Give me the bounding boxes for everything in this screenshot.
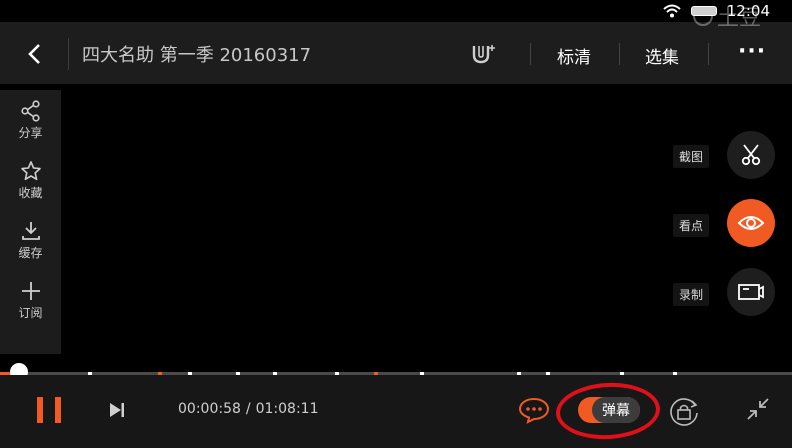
pause-button[interactable] (37, 397, 61, 423)
download-label: 缓存 (18, 245, 43, 260)
download-icon (21, 221, 40, 240)
next-button[interactable] (108, 402, 126, 422)
pause-icon-bar (37, 397, 43, 423)
u-plus-icon[interactable] (470, 42, 502, 66)
side-panel: 分享 收藏 缓存 订阅 (0, 90, 61, 354)
highlights-button[interactable] (727, 199, 775, 247)
subscribe-label: 订阅 (18, 305, 43, 320)
plus-icon (21, 281, 40, 300)
header-divider (530, 43, 531, 65)
record-button[interactable] (727, 268, 775, 316)
scissors-icon (741, 144, 761, 166)
favorite-label: 收藏 (18, 185, 43, 200)
pause-icon-bar (55, 397, 61, 423)
record-icon (738, 284, 764, 300)
favorite-button[interactable]: 收藏 (0, 150, 61, 210)
record-label: 录制 (673, 283, 710, 306)
highlights-label: 看点 (673, 214, 710, 237)
chevron-left-icon (28, 44, 40, 64)
current-time: 00:00:58 (178, 401, 241, 417)
time-separator: / (245, 401, 251, 417)
rotation-lock-button[interactable] (668, 396, 700, 430)
playback-time: 00:00:58/01:08:11 (178, 401, 319, 417)
bottom-control-bar: 00:00:58/01:08:11 弹幕 (0, 375, 792, 448)
eye-icon (737, 216, 765, 230)
danmu-send-icon[interactable] (518, 396, 550, 424)
skip-next-icon (110, 403, 124, 417)
video-title: 四大名助 第一季 20160317 (82, 45, 312, 66)
download-button[interactable]: 缓存 (0, 210, 61, 270)
battery-icon (690, 6, 717, 16)
back-button[interactable] (22, 40, 46, 68)
share-icon (20, 99, 40, 122)
status-bar: 12:04 (0, 0, 792, 22)
screenshot-button[interactable] (727, 131, 775, 179)
subscribe-button[interactable]: 订阅 (0, 270, 61, 330)
status-time: 12:04 (726, 2, 770, 20)
top-bar: 四大名助 第一季 20160317 标清 选集 ··· (0, 22, 792, 84)
rotation-lock-icon (670, 398, 698, 426)
share-button[interactable]: 分享 (0, 90, 61, 150)
share-label: 分享 (18, 125, 43, 140)
screenshot-label: 截图 (673, 145, 710, 168)
title-divider (68, 38, 69, 70)
exit-fullscreen-button[interactable] (746, 397, 770, 425)
episodes-button[interactable]: 选集 (645, 43, 679, 68)
exit-fullscreen-icon (747, 398, 769, 420)
star-icon (20, 160, 41, 180)
header-divider (708, 43, 709, 65)
header-divider (619, 43, 620, 65)
wifi-icon (663, 4, 681, 18)
quality-button[interactable]: 标清 (557, 43, 591, 68)
more-button[interactable]: ··· (738, 41, 766, 63)
total-time: 01:08:11 (255, 401, 319, 417)
